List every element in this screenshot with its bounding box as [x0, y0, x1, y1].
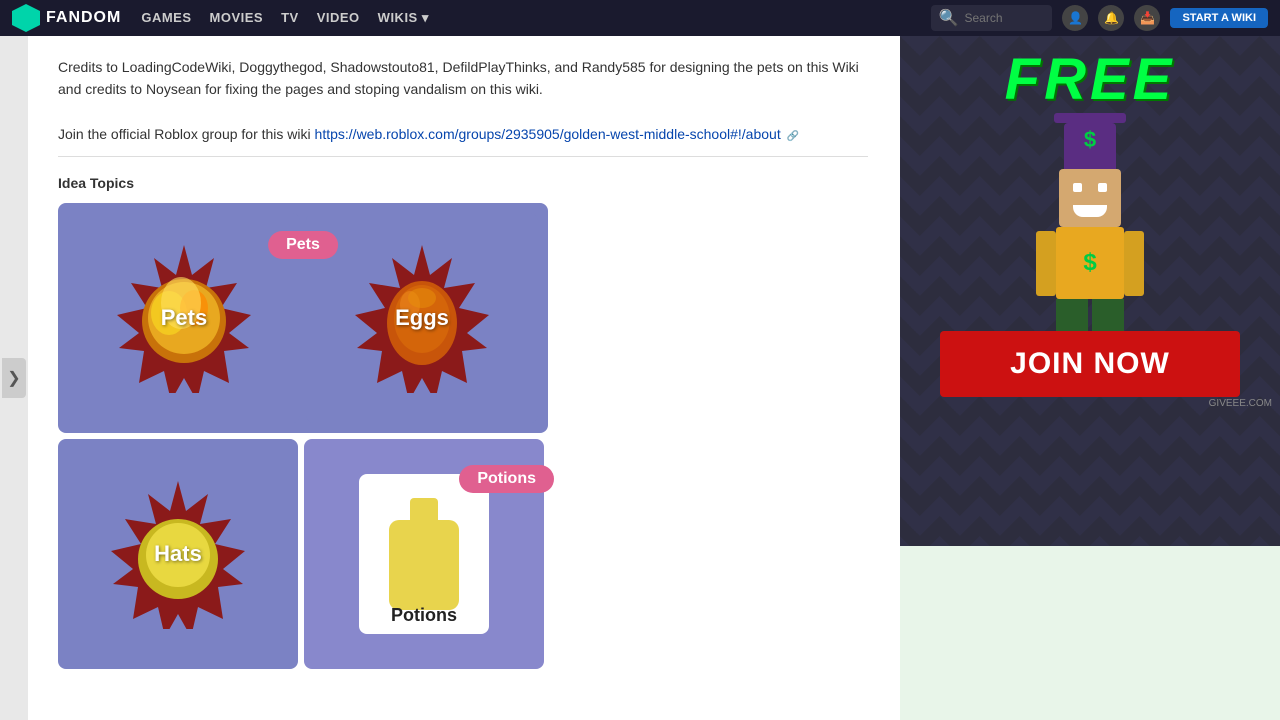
nav-tv[interactable]: TV — [281, 9, 299, 27]
roblox-group-link[interactable]: https://web.roblox.com/groups/2935905/go… — [315, 126, 781, 142]
external-link-icon: 🔗 — [787, 129, 799, 145]
search-icon: 🔍 — [939, 8, 959, 28]
pets-label: Pets — [161, 305, 207, 331]
idea-topics-section: Idea Topics Pets — [58, 171, 868, 669]
pets-eggs-card[interactable]: Pets — [58, 203, 548, 433]
content-inner: Credits to LoadingCodeWiki, Doggythegod,… — [28, 36, 888, 689]
start-wiki-button[interactable]: START A WIKI — [1170, 8, 1268, 28]
credits-section: Credits to LoadingCodeWiki, Doggythegod,… — [58, 36, 868, 157]
join-now-button[interactable]: JOIN NOW — [940, 331, 1240, 397]
eggs-label: Eggs — [395, 305, 449, 331]
main-content-area: Credits to LoadingCodeWiki, Doggythegod,… — [28, 36, 900, 720]
search-input[interactable] — [964, 11, 1044, 25]
notification-bell[interactable]: 🔔 — [1098, 5, 1124, 31]
main-layout: ❯ Credits to LoadingCodeWiki, Doggythego… — [0, 36, 1280, 720]
fandom-logo-icon — [12, 4, 40, 32]
ad-container: FREE $ — [900, 36, 1280, 546]
search-box[interactable]: 🔍 — [931, 5, 1053, 31]
pets-inner-card[interactable]: Pets — [68, 213, 300, 423]
hats-card[interactable]: Hats — [58, 439, 298, 669]
user-avatar[interactable]: 👤 — [1062, 5, 1088, 31]
potion-body — [389, 520, 459, 610]
chevron-right-icon: ❯ — [7, 368, 20, 388]
top-navigation: FANDOM GAMES MOVIES TV VIDEO WIKIS ▾ 🔍 👤… — [0, 0, 1280, 36]
ad-watermark: GIVEEE.COM — [1209, 398, 1272, 409]
nav-games[interactable]: GAMES — [141, 9, 191, 27]
join-group-paragraph: Join the official Roblox group for this … — [58, 123, 868, 145]
potions-box: Potions — [359, 474, 489, 634]
nav-video[interactable]: VIDEO — [317, 9, 360, 27]
pets-badge: Pets — [268, 231, 338, 259]
nav-links: GAMES MOVIES TV VIDEO WIKIS ▾ — [141, 9, 429, 27]
free-text: FREE — [1005, 46, 1176, 113]
right-ad-panel: FREE $ — [900, 36, 1280, 720]
potion-neck — [410, 498, 438, 520]
join-group-text: Join the official Roblox group for this … — [58, 126, 315, 142]
nav-movies[interactable]: MOVIES — [210, 9, 264, 27]
inbox-icon[interactable]: 📥 — [1134, 5, 1160, 31]
nav-wikis[interactable]: WIKIS ▾ — [378, 9, 429, 27]
pets-starburst: Pets — [109, 243, 259, 393]
potions-card[interactable]: Potions Potions — [304, 439, 544, 669]
idea-topics-title: Idea Topics — [58, 175, 868, 191]
eggs-starburst: Eggs — [347, 243, 497, 393]
potions-label: Potions — [359, 605, 489, 626]
ad-rest-area — [900, 546, 1280, 720]
eggs-inner-card[interactable]: Eggs — [306, 213, 538, 423]
nav-right-actions: 🔍 👤 🔔 📥 START A WIKI — [931, 5, 1268, 31]
fandom-logo-text: FANDOM — [46, 9, 121, 27]
fandom-logo[interactable]: FANDOM — [12, 4, 121, 32]
topics-grid: Pets — [58, 203, 548, 669]
ad-content: FREE $ — [900, 46, 1280, 413]
hats-starburst: Hats — [103, 479, 253, 629]
hats-label: Hats — [154, 541, 202, 567]
potions-badge: Potions — [459, 465, 554, 493]
left-sidebar-toggle[interactable]: ❯ — [0, 36, 28, 720]
credits-paragraph: Credits to LoadingCodeWiki, Doggythegod,… — [58, 56, 868, 101]
potion-bottle — [389, 498, 459, 610]
toggle-chevron[interactable]: ❯ — [2, 358, 26, 398]
